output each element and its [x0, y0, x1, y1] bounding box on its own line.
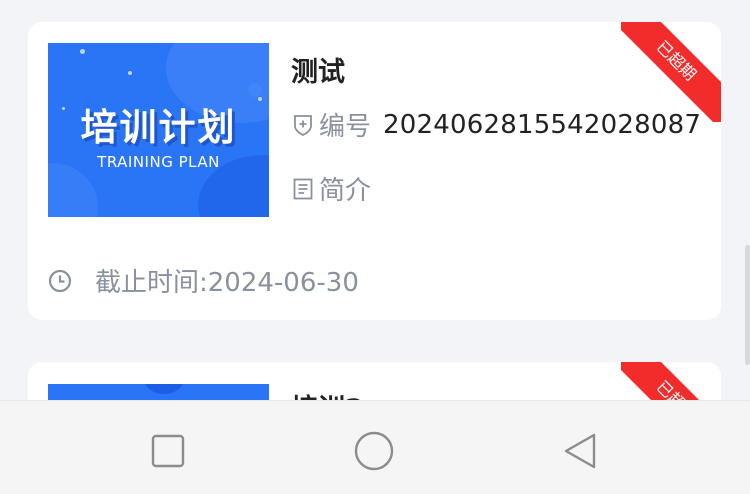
status-ribbon-label: 已超期	[621, 22, 721, 122]
thumbnail-subtitle: TRAINING PLAN	[97, 153, 220, 171]
status-ribbon: 已超期	[621, 22, 721, 122]
deadline-row: 截止时间:2024-06-30	[48, 262, 359, 299]
card-title: 测试	[291, 57, 345, 88]
document-icon	[293, 178, 313, 199]
training-plan-card[interactable]: 培训计划 TRAINING PLAN 测试 编号 202406281554202…	[28, 22, 721, 320]
system-navigation-bar	[0, 400, 750, 494]
deadline-text: 截止时间:2024-06-30	[95, 268, 359, 298]
training-plan-thumbnail: 培训计划 TRAINING PLAN	[48, 43, 269, 217]
triangle-back-icon[interactable]	[560, 431, 600, 471]
scrollbar[interactable]	[745, 245, 750, 365]
number-label: 编号	[319, 112, 372, 142]
square-recent-apps-icon[interactable]	[148, 431, 188, 471]
intro-row: 简介	[291, 170, 371, 207]
intro-label: 简介	[319, 176, 372, 206]
clock-icon	[48, 269, 72, 292]
thumbnail-title: 培训计划	[80, 106, 237, 149]
circle-home-icon[interactable]	[352, 431, 396, 475]
shield-plus-icon	[294, 114, 312, 136]
